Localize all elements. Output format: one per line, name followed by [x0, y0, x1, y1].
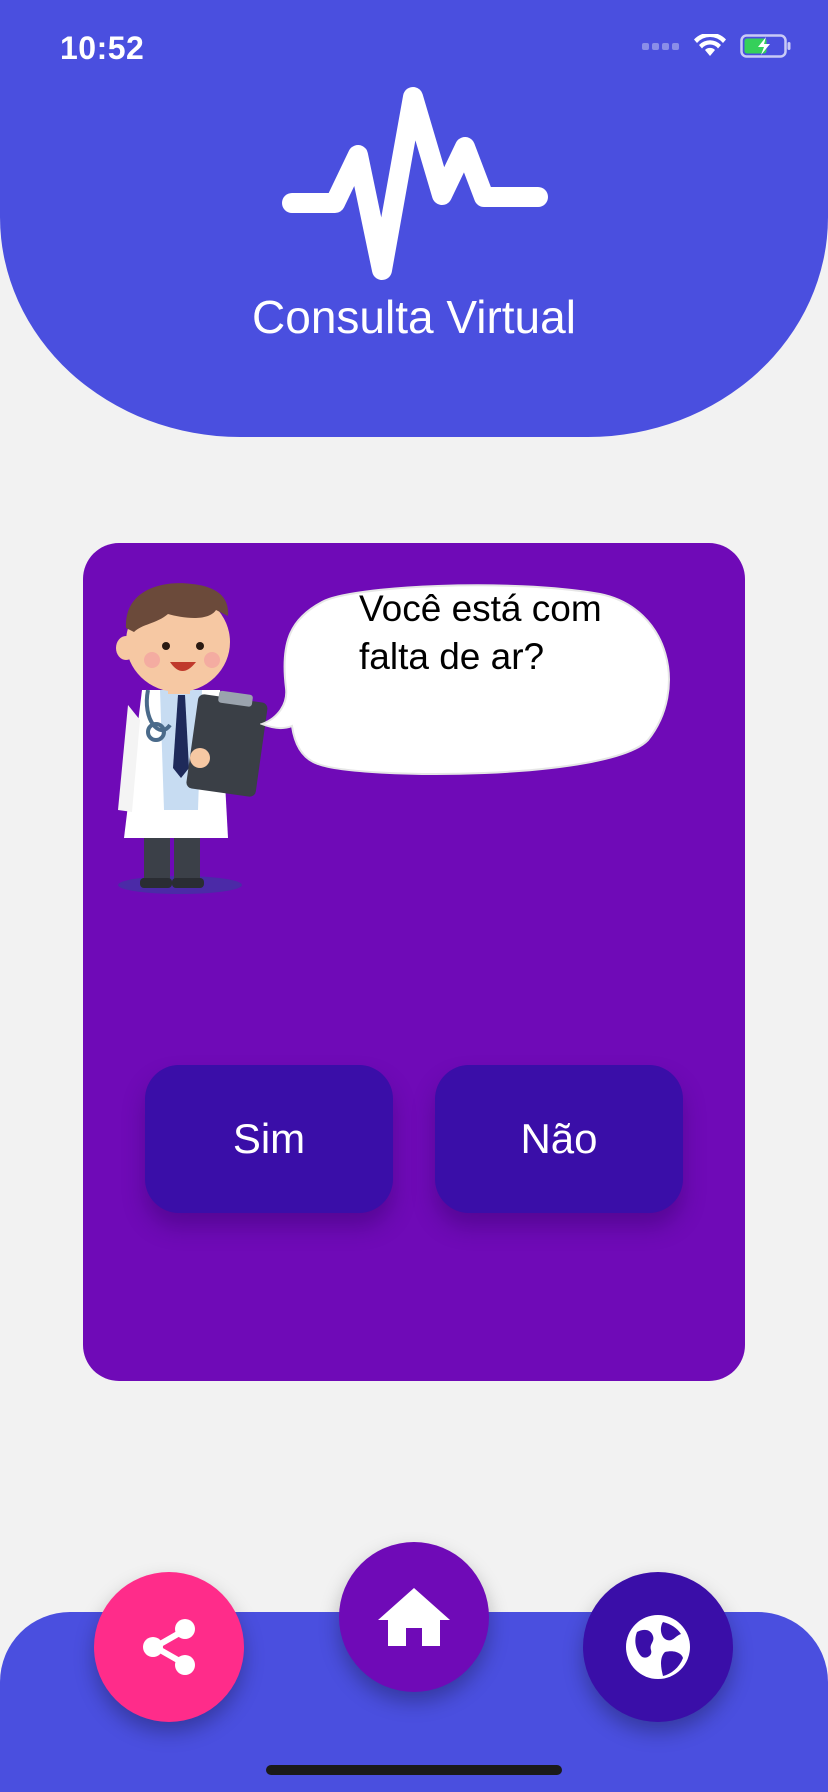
wifi-icon: [694, 34, 726, 56]
heartbeat-pulse-icon: [282, 87, 548, 280]
share-button[interactable]: [94, 1572, 244, 1722]
share-icon: [143, 1619, 195, 1675]
app-title: Consulta Virtual: [252, 291, 576, 343]
header: 10:52 Consulta Virtual: [0, 0, 828, 437]
battery-charging-icon: [740, 34, 791, 58]
no-button[interactable]: Não: [435, 1065, 683, 1213]
signal-icon: [642, 43, 679, 50]
doctor-illustration: [116, 583, 268, 894]
globe-button[interactable]: [583, 1572, 733, 1722]
home-button[interactable]: [339, 1542, 489, 1692]
globe-icon: [626, 1615, 690, 1679]
status-icons: [642, 34, 792, 58]
home-indicator: [266, 1765, 562, 1775]
yes-button[interactable]: Sim: [145, 1065, 393, 1213]
question-text: Você está com falta de ar?: [359, 588, 602, 677]
status-time: 10:52: [60, 30, 145, 66]
home-icon: [378, 1588, 450, 1646]
